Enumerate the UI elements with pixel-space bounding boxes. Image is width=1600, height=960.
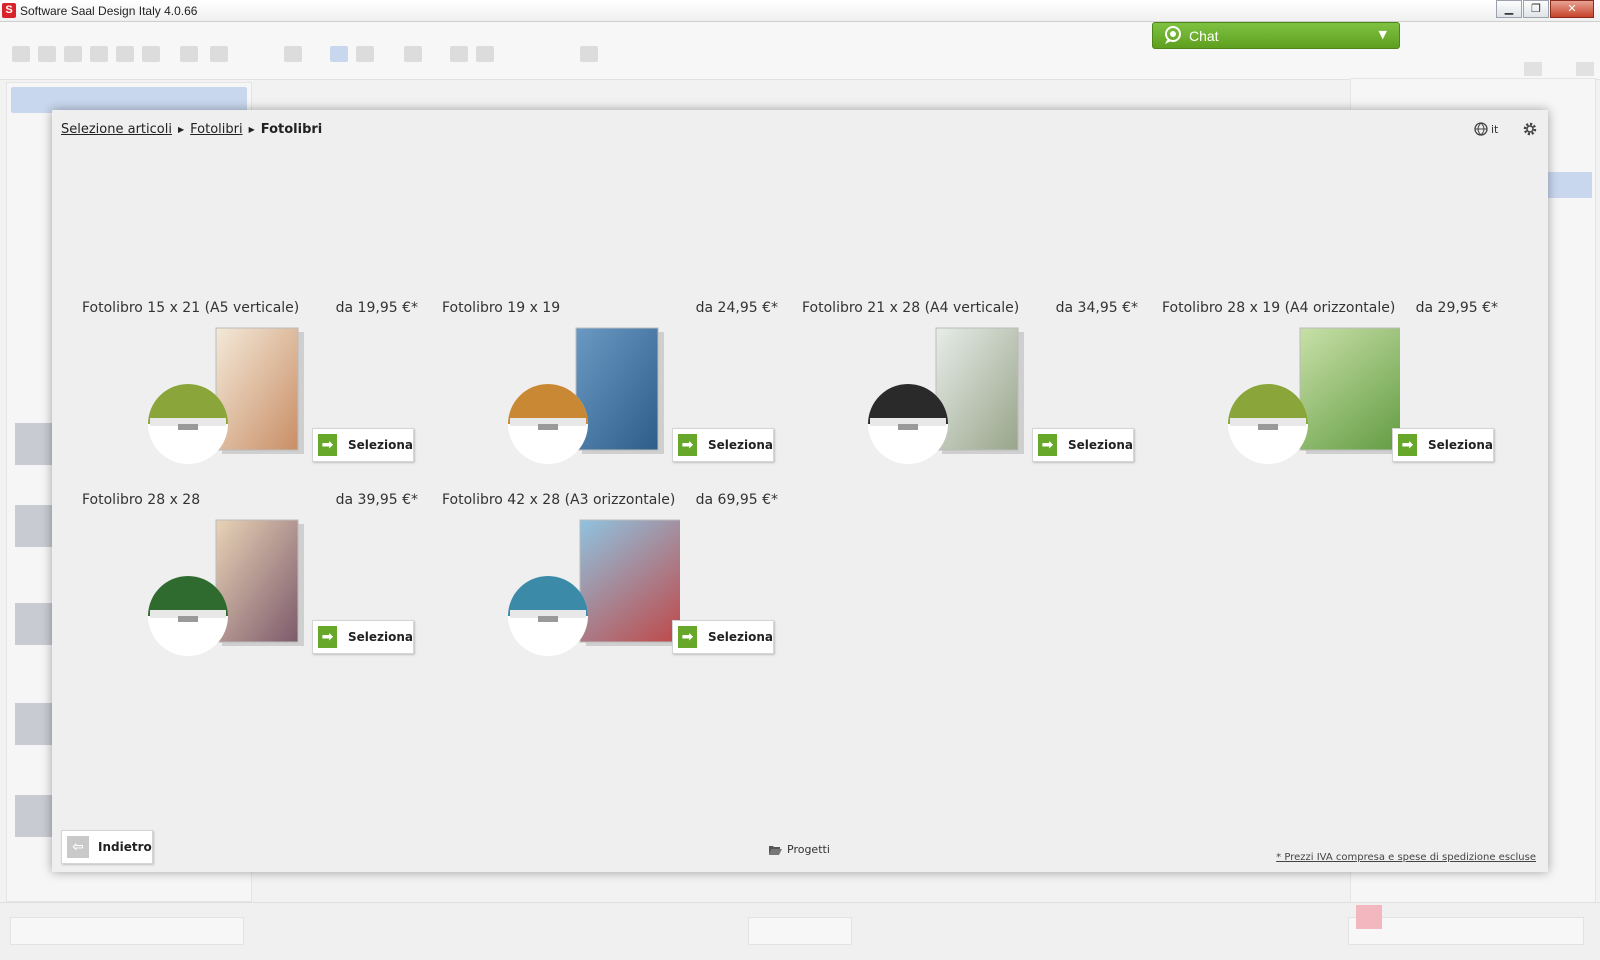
product-price: da 39,95 €*: [335, 492, 418, 508]
arrow-right-icon: ➡: [678, 434, 697, 456]
product-title: Fotolibro 28 x 19 (A4 orizzontale): [1162, 300, 1396, 316]
breadcrumb-item-fotolibri[interactable]: Fotolibri: [190, 122, 242, 137]
photobook-image: [148, 327, 304, 464]
arrow-right-icon: ➡: [318, 626, 337, 648]
product-selection-dialog: Selezione articoli ▶ Fotolibri ▶ Fotolib…: [52, 110, 1548, 872]
select-label: Seleziona: [347, 438, 413, 452]
window-title: Software Saal Design Italy 4.0.66: [20, 4, 198, 18]
product-title: Fotolibro 19 x 19: [442, 300, 561, 316]
breadcrumb-item-selezione-articoli[interactable]: Selezione articoli: [61, 122, 172, 137]
product-card[interactable]: Fotolibro 21 x 28 (A4 verticale) da 34,9…: [802, 300, 1138, 480]
product-card[interactable]: Fotolibro 42 x 28 (A3 orizzontale) da 69…: [442, 492, 778, 672]
minimize-button[interactable]: ▁: [1496, 0, 1522, 18]
breadcrumb: Selezione articoli ▶ Fotolibri ▶ Fotolib…: [61, 122, 322, 137]
globe-icon: [1474, 122, 1488, 136]
select-button[interactable]: ➡ Seleziona: [1032, 428, 1134, 462]
product-title: Fotolibro 15 x 21 (A5 verticale): [82, 300, 300, 316]
photobook-image: [508, 519, 680, 656]
back-label: Indietro: [98, 840, 152, 854]
chat-label: Chat: [1189, 28, 1219, 44]
select-button[interactable]: ➡ Seleziona: [1392, 428, 1494, 462]
product-card[interactable]: Fotolibro 15 x 21 (A5 verticale) da 19,9…: [82, 300, 418, 480]
breadcrumb-separator-icon: ▶: [248, 125, 255, 134]
product-title: Fotolibro 21 x 28 (A4 verticale): [802, 300, 1020, 316]
arrow-right-icon: ➡: [1398, 434, 1417, 456]
product-price: da 29,95 €*: [1415, 300, 1498, 316]
select-label: Seleziona: [707, 438, 773, 452]
maximize-button[interactable]: ❐: [1523, 0, 1549, 18]
folder-open-icon: [769, 845, 782, 855]
select-button[interactable]: ➡ Seleziona: [312, 428, 414, 462]
product-price: da 24,95 €*: [695, 300, 778, 316]
price-footnote[interactable]: * Prezzi IVA compresa e spese di spedizi…: [1276, 852, 1536, 863]
gear-icon[interactable]: [1522, 121, 1538, 137]
product-title: Fotolibro 42 x 28 (A3 orizzontale): [442, 492, 676, 508]
select-button[interactable]: ➡ Seleziona: [672, 428, 774, 462]
select-button[interactable]: ➡ Seleziona: [312, 620, 414, 654]
projects-link[interactable]: Progetti: [768, 843, 830, 856]
select-label: Seleziona: [1067, 438, 1133, 452]
product-card[interactable]: Fotolibro 28 x 28 da 39,95 €* ➡ Selezion…: [82, 492, 418, 672]
arrow-left-icon: ⇦: [67, 836, 89, 858]
window-titlebar: S Software Saal Design Italy 4.0.66 ▁ ❐ …: [0, 0, 1600, 22]
breadcrumb-current: Fotolibri: [260, 122, 323, 137]
projects-label: Progetti: [787, 843, 830, 856]
cart-icon: [1356, 905, 1382, 929]
select-label: Seleziona: [347, 630, 413, 644]
photobook-image: [868, 327, 1024, 464]
chat-button[interactable]: Chat ▼: [1152, 22, 1400, 49]
select-button[interactable]: ➡ Seleziona: [672, 620, 774, 654]
arrow-right-icon: ➡: [1038, 434, 1057, 456]
product-price: da 19,95 €*: [335, 300, 418, 316]
product-card[interactable]: Fotolibro 28 x 19 (A4 orizzontale) da 29…: [1162, 300, 1498, 480]
photobook-image: [148, 519, 304, 656]
photobook-image: [508, 327, 664, 464]
product-title: Fotolibro 28 x 28: [82, 492, 201, 508]
breadcrumb-separator-icon: ▶: [177, 125, 185, 134]
close-button[interactable]: ✕: [1550, 0, 1594, 18]
product-card[interactable]: Fotolibro 19 x 19 da 24,95 €* ➡ Selezion…: [442, 300, 778, 480]
chat-bubble-icon: [1165, 26, 1181, 44]
back-button[interactable]: ⇦ Indietro: [61, 830, 153, 864]
arrow-right-icon: ➡: [318, 434, 337, 456]
language-label: it: [1491, 122, 1499, 136]
product-price: da 34,95 €*: [1055, 300, 1138, 316]
select-label: Seleziona: [1427, 438, 1493, 452]
select-label: Seleziona: [707, 630, 773, 644]
product-price: da 69,95 €*: [695, 492, 778, 508]
app-logo-icon: S: [2, 3, 16, 18]
language-selector[interactable]: it: [1474, 122, 1498, 136]
arrow-right-icon: ➡: [678, 626, 697, 648]
photobook-image: [1228, 327, 1400, 464]
chevron-down-icon[interactable]: ▼: [1379, 28, 1387, 41]
